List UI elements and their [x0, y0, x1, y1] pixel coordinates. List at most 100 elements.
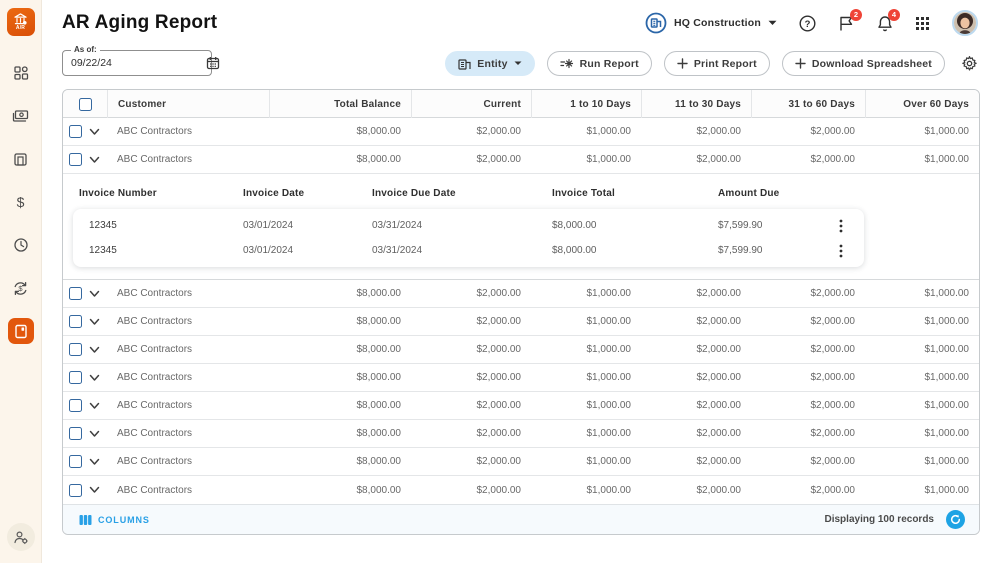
current-cell: $2,000.00	[411, 485, 531, 496]
page-title: AR Aging Report	[62, 12, 217, 34]
sidebar-item-billing[interactable]: $	[8, 189, 34, 215]
days-1-10-cell: $1,000.00	[531, 456, 641, 467]
company-selector[interactable]: HQ Construction	[645, 12, 777, 34]
over-60-cell: $1,000.00	[865, 372, 979, 383]
row-checkbox[interactable]	[69, 287, 82, 300]
messages-button[interactable]: 2	[838, 15, 855, 32]
column-header-current[interactable]: Current	[411, 90, 531, 118]
download-spreadsheet-label: Download Spreadsheet	[812, 58, 932, 70]
svg-text:$: $	[17, 194, 25, 210]
expand-chevron-icon[interactable]	[89, 486, 100, 494]
expand-chevron-icon[interactable]	[89, 346, 100, 354]
row-checkbox[interactable]	[69, 153, 82, 166]
sidebar-item-ar-aging-active[interactable]	[8, 318, 34, 344]
row-checkbox[interactable]	[69, 455, 82, 468]
ar-aging-table: Customer Total Balance Current 1 to 10 D…	[62, 89, 980, 535]
over-60-cell: $1,000.00	[865, 126, 979, 137]
company-name: HQ Construction	[674, 17, 761, 29]
table-footer: COLUMNS Displaying 100 records	[63, 504, 979, 534]
app-root: A/R	[0, 0, 1000, 563]
column-header-11-30-days[interactable]: 11 to 30 Days	[641, 90, 751, 118]
over-60-cell: $1,000.00	[865, 288, 979, 299]
row-menu-icon	[839, 244, 843, 258]
invoice-row-menu-button[interactable]	[824, 244, 858, 258]
expand-chevron-icon[interactable]	[89, 128, 100, 136]
column-header-total-balance[interactable]: Total Balance	[269, 90, 411, 118]
expand-chevron-icon[interactable]	[89, 290, 100, 298]
app-logo[interactable]: A/R	[7, 8, 35, 36]
help-button[interactable]: ?	[799, 15, 816, 32]
over-60-cell: $1,000.00	[865, 400, 979, 411]
app-logo-label: A/R	[16, 26, 25, 31]
days-31-60-cell: $2,000.00	[751, 485, 865, 496]
column-header-1-10-days[interactable]: 1 to 10 Days	[531, 90, 641, 118]
table-row[interactable]: ABC Contractors$8,000.00$2,000.00$1,000.…	[63, 336, 979, 364]
expand-chevron-icon[interactable]	[89, 374, 100, 382]
table-row[interactable]: ABC Contractors$8,000.00$2,000.00$1,000.…	[63, 146, 979, 174]
expand-chevron-icon[interactable]	[89, 156, 100, 164]
entity-label: Entity	[477, 58, 507, 70]
invoice-detail-header: Invoice NumberInvoice DateInvoice Due Da…	[63, 180, 979, 209]
expand-chevron-icon[interactable]	[89, 458, 100, 466]
row-checkbox[interactable]	[69, 315, 82, 328]
total-balance-cell: $8,000.00	[269, 154, 411, 165]
report-settings-button[interactable]	[961, 55, 978, 72]
table-row[interactable]: ABC Contractors$8,000.00$2,000.00$1,000.…	[63, 308, 979, 336]
bank-icon	[14, 13, 27, 25]
download-spreadsheet-button[interactable]: Download Spreadsheet	[782, 51, 945, 76]
table-header: Customer Total Balance Current 1 to 10 D…	[63, 90, 979, 118]
entity-button[interactable]: Entity	[445, 51, 534, 76]
sidebar-item-dashboard[interactable]	[8, 60, 34, 86]
table-row[interactable]: ABC Contractors$8,000.00$2,000.00$1,000.…	[63, 476, 979, 504]
calendar-icon[interactable]	[206, 56, 220, 70]
days-11-30-cell: $2,000.00	[641, 288, 751, 299]
columns-button[interactable]: COLUMNS	[79, 514, 150, 526]
invoice-row[interactable]: 1234503/01/202403/31/2024$8,000.00$7,599…	[73, 213, 864, 238]
select-all-checkbox[interactable]	[79, 98, 92, 111]
row-checkbox[interactable]	[69, 371, 82, 384]
table-row[interactable]: ABC Contractors$8,000.00$2,000.00$1,000.…	[63, 118, 979, 146]
invoice-row[interactable]: 1234503/01/202403/31/2024$8,000.00$7,599…	[73, 238, 864, 263]
sidebar-item-history[interactable]	[8, 232, 34, 258]
user-avatar[interactable]	[952, 10, 978, 36]
table-row[interactable]: ABC Contractors$8,000.00$2,000.00$1,000.…	[63, 280, 979, 308]
days-31-60-cell: $2,000.00	[751, 344, 865, 355]
row-checkbox[interactable]	[69, 399, 82, 412]
column-header-31-60-days[interactable]: 31 to 60 Days	[751, 90, 865, 118]
row-checkbox[interactable]	[69, 484, 82, 497]
table-row[interactable]: ABC Contractors$8,000.00$2,000.00$1,000.…	[63, 448, 979, 476]
apps-grid-button[interactable]	[915, 16, 930, 31]
refresh-button[interactable]	[946, 510, 965, 529]
days-11-30-cell: $2,000.00	[641, 372, 751, 383]
row-checkbox[interactable]	[69, 343, 82, 356]
column-header-over-60-days[interactable]: Over 60 Days	[865, 90, 979, 118]
row-checkbox[interactable]	[69, 427, 82, 440]
as-of-input[interactable]	[71, 57, 206, 69]
run-icon	[560, 58, 574, 70]
notifications-button[interactable]: 4	[877, 15, 893, 32]
column-header-customer[interactable]: Customer	[107, 90, 269, 118]
as-of-date-field[interactable]: As of:	[62, 50, 212, 76]
row-checkbox[interactable]	[69, 125, 82, 138]
row-controls	[63, 315, 107, 328]
toolbar: As of: Entity	[42, 46, 1000, 76]
days-31-60-cell: $2,000.00	[751, 316, 865, 327]
sidebar-item-documents[interactable]	[8, 146, 34, 172]
expand-chevron-icon[interactable]	[89, 402, 100, 410]
table-row[interactable]: ABC Contractors$8,000.00$2,000.00$1,000.…	[63, 364, 979, 392]
days-31-60-cell: $2,000.00	[751, 456, 865, 467]
select-all-cell	[63, 90, 107, 118]
expand-chevron-icon[interactable]	[89, 318, 100, 326]
days-31-60-cell: $2,000.00	[751, 126, 865, 137]
invoice-row-menu-button[interactable]	[824, 219, 858, 233]
expand-chevron-icon[interactable]	[89, 430, 100, 438]
run-report-button[interactable]: Run Report	[547, 51, 652, 76]
sidebar-item-user-settings[interactable]	[7, 523, 35, 551]
print-report-button[interactable]: Print Report	[664, 51, 770, 76]
row-controls	[63, 427, 107, 440]
table-row[interactable]: ABC Contractors$8,000.00$2,000.00$1,000.…	[63, 420, 979, 448]
sidebar-item-sync-payments[interactable]: $	[8, 275, 34, 301]
table-row[interactable]: ABC Contractors$8,000.00$2,000.00$1,000.…	[63, 392, 979, 420]
total-balance-cell: $8,000.00	[269, 485, 411, 496]
sidebar-item-payments[interactable]	[8, 103, 34, 129]
